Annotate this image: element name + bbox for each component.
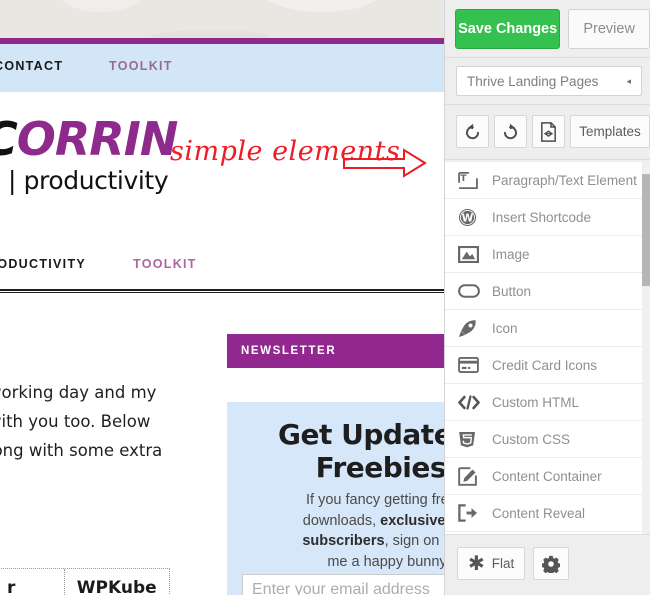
page-source-button[interactable] (532, 115, 565, 148)
element-item-custom-html[interactable]: Custom HTML (445, 384, 650, 421)
element-label: Paragraph/Text Element (492, 172, 637, 188)
red-arrow-icon (343, 148, 427, 178)
style-flat-button[interactable]: ✱ Flat (457, 547, 526, 580)
optin-desc-line3b: , sign on up a (384, 533, 444, 549)
nav-item-contact[interactable]: CONTACT (0, 59, 63, 73)
nav-item-toolkit-secondary[interactable]: TOOLKIT (133, 257, 197, 271)
optin-email-input[interactable]: Enter your email address (242, 574, 444, 595)
page-preview-pane: CONTACT TOOLKIT CORRIN | productivity si… (0, 0, 444, 595)
element-label: Content Reveal (492, 505, 586, 521)
site-logo: CORRIN (0, 116, 178, 162)
optin-desc-line2a: downloads, (302, 512, 381, 529)
optin-desc-line1: If you fancy getting free ti (305, 492, 444, 508)
element-item-paragraph-text[interactable]: T Paragraph/Text Element (445, 162, 650, 199)
optin-desc-line2b: exclusive onl (380, 512, 444, 529)
svg-text:T: T (460, 173, 467, 183)
header-blob (58, 0, 144, 12)
secondary-nav: RODUCTIVITY TOOLKIT (0, 244, 444, 290)
content-container-icon (458, 466, 484, 486)
optin-desc-line3a: subscribers (302, 533, 385, 549)
table-cell: r (0, 569, 65, 595)
element-label: Button (492, 283, 532, 299)
text-element-icon: T (458, 170, 484, 190)
comparison-table: r WPKube (0, 568, 170, 595)
element-item-image[interactable]: Image (445, 236, 650, 273)
article-line: long with some extra (0, 441, 163, 460)
wordpress-icon: W (458, 207, 484, 227)
nav-item-productivity[interactable]: RODUCTIVITY (0, 257, 86, 271)
element-label: Custom HTML (492, 394, 580, 410)
optin-heading-line1: Get Updates a (277, 418, 444, 451)
element-label: Icon (492, 320, 518, 336)
element-label: Custom CSS (492, 431, 571, 447)
nav-item-toolkit[interactable]: TOOLKIT (109, 59, 173, 73)
sidebar-footer: ✱ Flat (445, 534, 650, 595)
newsletter-widget-header: NEWSLETTER (227, 334, 444, 368)
credit-card-icon (458, 355, 484, 375)
redo-icon (504, 123, 517, 140)
templates-button[interactable]: Templates (570, 115, 650, 148)
nav-double-rule (0, 289, 444, 293)
logo-subtitle: | productivity (8, 166, 169, 195)
page-source-icon (541, 121, 556, 142)
redo-button[interactable] (494, 115, 527, 148)
header-blob (262, 0, 382, 12)
gear-icon (542, 555, 561, 573)
article-body-text: working day and my with you too. Below l… (0, 378, 228, 465)
save-changes-button[interactable]: Save Changes (455, 9, 561, 49)
style-flat-label: Flat (491, 556, 515, 571)
element-item-icon[interactable]: Icon (445, 310, 650, 347)
optin-desc-line4: me a happy bunny (327, 553, 444, 570)
sidebar-select-row: Thrive Landing Pages ◂ (445, 58, 650, 105)
undo-button[interactable] (456, 115, 489, 148)
newsletter-widget-title: NEWSLETTER (241, 345, 337, 357)
element-item-content-reveal[interactable]: Content Reveal (445, 495, 650, 532)
settings-button[interactable] (533, 547, 570, 580)
asterisk-icon: ✱ (468, 552, 485, 575)
optin-description: If you fancy getting free ti downloads, … (227, 490, 444, 572)
sidebar-tools-row: Templates (445, 105, 650, 160)
table-cell: WPKube (76, 578, 157, 595)
element-item-insert-shortcode[interactable]: W Insert Shortcode (445, 199, 650, 236)
optin-heading-line2: Freebies! (315, 451, 444, 484)
logo-text-purple: ORRIN (16, 112, 179, 166)
element-item-credit-card-icons[interactable]: Credit Card Icons (445, 347, 650, 384)
image-icon (458, 244, 484, 264)
editor-screen: CONTACT TOOLKIT CORRIN | productivity si… (0, 0, 650, 595)
preview-button[interactable]: Preview (568, 9, 650, 49)
primary-nav: CONTACT TOOLKIT (0, 44, 444, 92)
element-item-content-container[interactable]: Content Container (445, 458, 650, 495)
css3-icon (458, 429, 484, 449)
element-label: Insert Shortcode (492, 209, 592, 225)
article-line: working day and my (0, 383, 157, 402)
element-item-button[interactable]: Button (445, 273, 650, 310)
optin-form-box: Get Updates a Freebies! If you fancy get… (227, 402, 444, 595)
sidebar-action-row: Save Changes Preview (445, 0, 650, 58)
element-list: T Paragraph/Text Element W Insert Shortc… (445, 162, 650, 534)
site-header-band (0, 0, 444, 44)
page-type-select[interactable]: Thrive Landing Pages ◂ (456, 66, 642, 96)
element-item-custom-css[interactable]: Custom CSS (445, 421, 650, 458)
code-icon (458, 392, 484, 412)
page-type-select-value: Thrive Landing Pages (467, 73, 599, 89)
article-line: with you too. Below (0, 412, 151, 431)
chevron-left-icon: ◂ (626, 75, 631, 86)
optin-heading: Get Updates a Freebies! (227, 418, 444, 484)
scrollbar-thumb[interactable] (642, 174, 650, 286)
thrive-editor-sidebar: Save Changes Preview Thrive Landing Page… (444, 0, 650, 595)
content-reveal-icon (458, 503, 484, 523)
undo-icon (466, 123, 479, 140)
element-list-scrollbar[interactable] (642, 162, 650, 534)
element-label: Content Container (492, 468, 602, 484)
logo-zone: CORRIN | productivity simple elements (0, 92, 444, 244)
rocket-icon (458, 318, 484, 338)
svg-text:W: W (462, 212, 474, 224)
button-icon (458, 281, 484, 301)
logo-text-black: C (0, 112, 18, 166)
element-label: Image (492, 246, 530, 262)
element-label: Credit Card Icons (492, 357, 598, 373)
